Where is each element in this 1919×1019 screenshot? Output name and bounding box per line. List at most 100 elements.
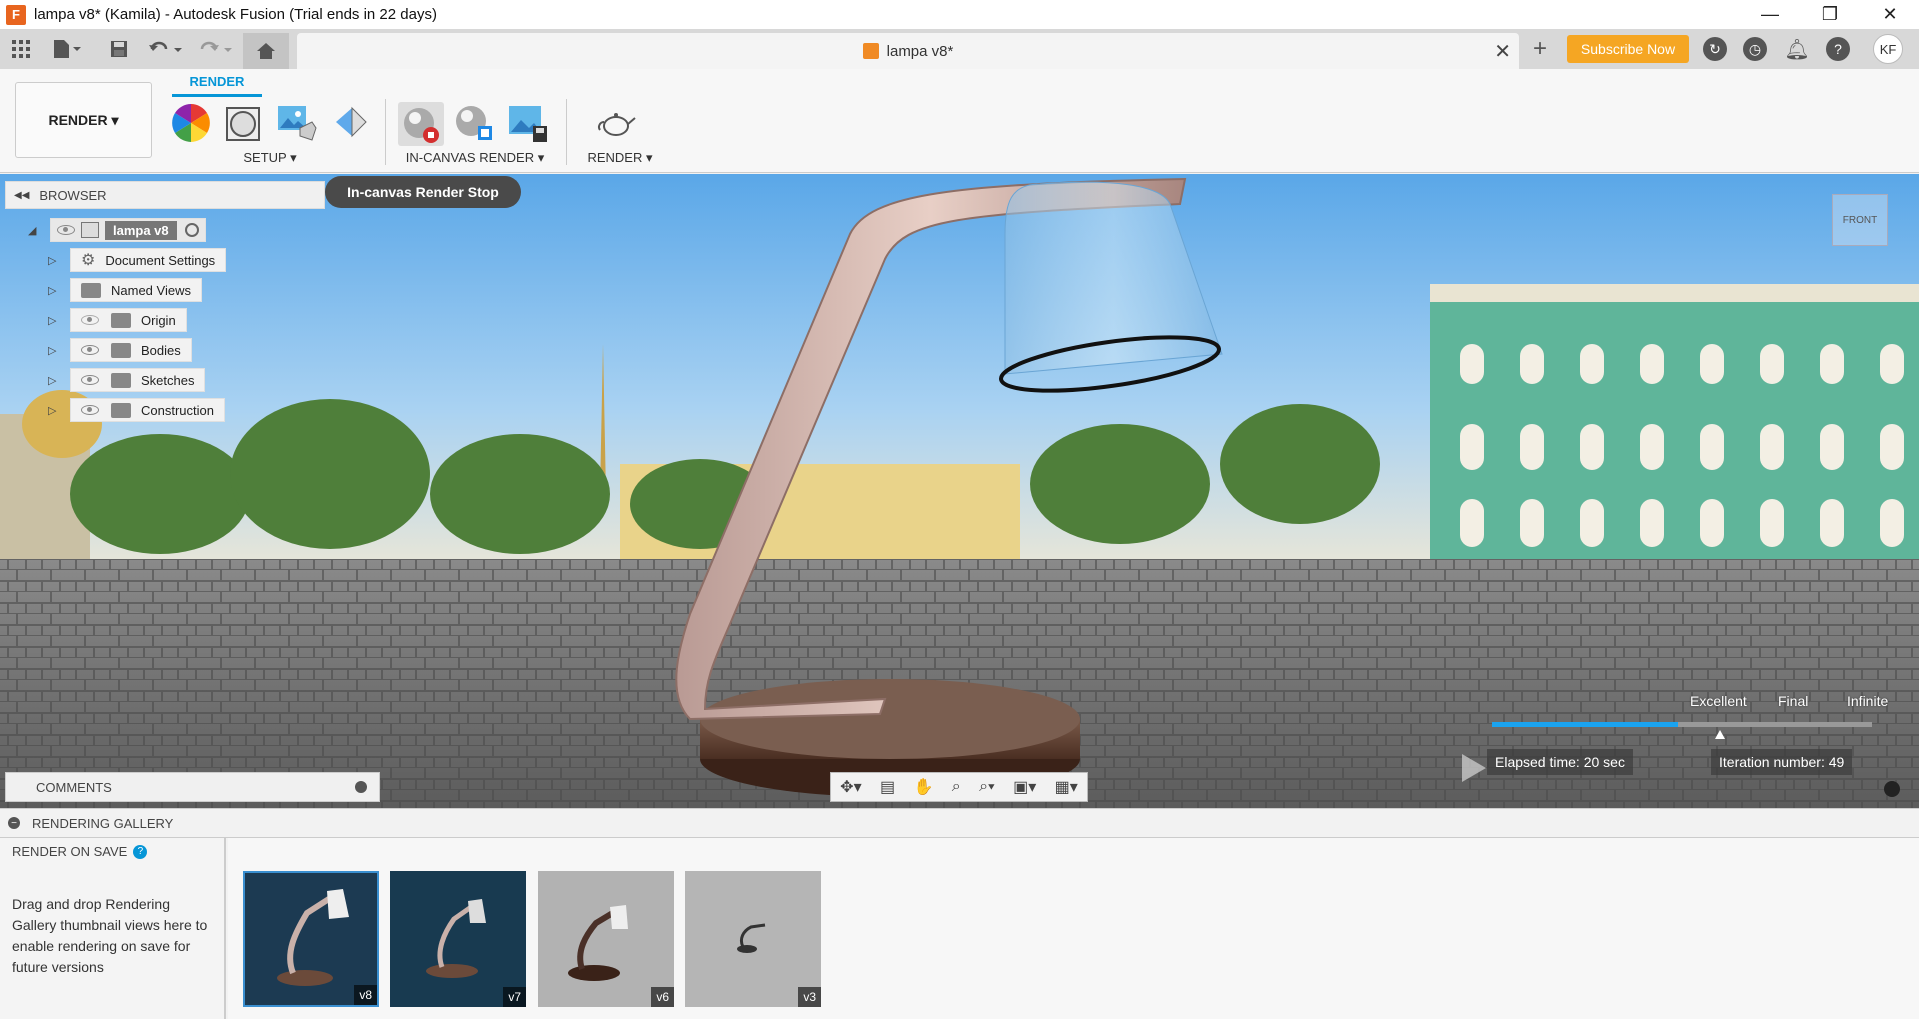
browser-header[interactable]: ◀◀ BROWSER — [5, 181, 325, 209]
visibility-eye-icon[interactable] — [57, 225, 75, 235]
render-progress-track[interactable] — [1492, 722, 1872, 727]
close-window-button[interactable]: ✕ — [1862, 0, 1918, 29]
expand-triangle-icon[interactable]: ▷ — [48, 284, 60, 297]
gallery-thumbnail-v7[interactable]: v7 — [390, 871, 526, 1007]
document-cube-icon — [862, 43, 879, 59]
quality-final-label[interactable]: Final — [1778, 693, 1808, 709]
browser-item-document-settings[interactable]: ▷ ⚙ Document Settings — [48, 247, 227, 273]
quality-excellent-label[interactable]: Excellent — [1690, 693, 1747, 709]
browser-item-sketches[interactable]: ▷ Sketches — [48, 367, 206, 393]
new-tab-button[interactable]: + — [1525, 35, 1555, 62]
tab-render[interactable]: RENDER — [172, 74, 262, 89]
expand-triangle-icon[interactable]: ▷ — [48, 314, 60, 327]
texture-map-controls-icon[interactable] — [332, 102, 374, 144]
restore-button[interactable]: ❐ — [1802, 0, 1858, 29]
user-avatar[interactable]: KF — [1873, 34, 1903, 64]
scene-environment-image-icon[interactable] — [276, 102, 318, 144]
job-status-clock-icon[interactable]: ◷ — [1743, 37, 1767, 61]
zoom-icon[interactable]: ⌕ — [952, 778, 961, 796]
render-play-icon[interactable] — [1462, 754, 1486, 782]
notifications-bell-icon[interactable]: 🔔︎ — [1784, 37, 1809, 61]
thumbnail-label: v6 — [651, 987, 674, 1007]
gear-icon: ⚙ — [81, 252, 96, 269]
in-canvas-render-settings-icon[interactable] — [452, 102, 494, 144]
browser-item-origin[interactable]: ▷ Origin — [48, 307, 187, 333]
toolbar-separator — [566, 99, 567, 165]
orbit-icon[interactable]: ✥▾ — [840, 777, 861, 797]
in-canvas-render-stop-icon[interactable] — [398, 102, 444, 146]
visibility-eye-icon[interactable] — [81, 345, 99, 355]
browser-item-label: Sketches — [141, 372, 195, 388]
iteration-number-label: Iteration number: 49 — [1711, 749, 1853, 775]
document-tab[interactable]: lampa v8* ✕ — [297, 33, 1519, 69]
fit-zoom-window-icon[interactable]: ⌕▾ — [979, 778, 995, 796]
quality-slider-handle[interactable] — [1715, 730, 1725, 739]
gallery-thumbnail-v6[interactable]: v6 — [538, 871, 674, 1007]
gallery-thumbnail-v3[interactable]: v3 — [685, 871, 821, 1007]
activate-radio-icon[interactable] — [184, 223, 199, 237]
browser-item-named-views[interactable]: ▷ Named Views — [48, 277, 202, 303]
render-options-icon[interactable] — [1884, 781, 1900, 797]
undo-icon[interactable] — [146, 36, 186, 62]
folder-icon — [111, 342, 131, 358]
look-at-icon[interactable]: ▤ — [880, 777, 895, 797]
grid-settings-icon[interactable]: ▦▾ — [1055, 777, 1078, 797]
display-settings-icon[interactable]: ▣▾ — [1013, 777, 1036, 797]
save-icon[interactable] — [106, 36, 132, 62]
render-on-save-panel: RENDER ON SAVE ? Drag and drop Rendering… — [0, 838, 226, 1019]
close-tab-icon[interactable]: ✕ — [1494, 39, 1511, 64]
render-progress-fill — [1492, 722, 1679, 727]
setup-group-label[interactable]: SETUP ▾ — [220, 150, 320, 166]
collapse-gallery-icon[interactable]: − — [8, 817, 20, 829]
appearance-sphere-icon[interactable] — [223, 102, 265, 144]
in-canvas-render-group-label[interactable]: IN-CANVAS RENDER ▾ — [395, 150, 555, 166]
collapse-triangle-icon[interactable]: ◢ — [28, 224, 40, 237]
minimize-button[interactable]: — — [1742, 0, 1798, 29]
hidden-eye-icon[interactable] — [81, 315, 99, 325]
render-on-save-label: RENDER ON SAVE — [12, 844, 128, 859]
folder-icon — [111, 372, 131, 388]
pan-hand-icon[interactable]: ✋ — [913, 777, 933, 797]
browser-item-label: Named Views — [111, 282, 191, 298]
thumbnail-label: v7 — [503, 987, 526, 1007]
file-menu-icon[interactable] — [48, 36, 84, 62]
browser-title: BROWSER — [39, 187, 107, 203]
redo-icon[interactable] — [196, 36, 236, 62]
gallery-thumbnail-v8[interactable]: v8 — [243, 871, 379, 1007]
visibility-eye-icon[interactable] — [81, 405, 99, 415]
browser-root-row[interactable]: ◢ lampa v8 — [28, 217, 206, 243]
root-component-label[interactable]: lampa v8 — [105, 220, 177, 240]
browser-item-bodies[interactable]: ▷ Bodies — [48, 337, 192, 363]
quality-infinite-label[interactable]: Infinite — [1847, 693, 1888, 709]
expand-triangle-icon[interactable]: ▷ — [48, 254, 60, 267]
comments-panel[interactable]: COMMENTS — [5, 772, 380, 802]
thumbnail-label: v3 — [798, 987, 821, 1007]
add-comment-icon[interactable] — [355, 781, 367, 793]
browser-item-label: Bodies — [141, 342, 181, 358]
subscribe-now-button[interactable]: Subscribe Now — [1567, 35, 1689, 63]
expand-triangle-icon[interactable]: ▷ — [48, 404, 60, 417]
workspace-switcher-button[interactable]: RENDER ▾ — [15, 82, 152, 158]
expand-triangle-icon[interactable]: ▷ — [48, 374, 60, 387]
help-icon[interactable]: ? — [133, 844, 148, 859]
expand-triangle-icon[interactable]: ▷ — [48, 344, 60, 357]
render-group-label[interactable]: RENDER ▾ — [575, 150, 665, 166]
visibility-eye-icon[interactable] — [81, 375, 99, 385]
rendering-gallery-header[interactable]: − RENDERING GALLERY — [0, 808, 1919, 838]
rendered-scene — [0, 174, 1919, 808]
thumbnail-label: v8 — [354, 985, 377, 1005]
canvas-viewport[interactable]: FRONT — [0, 174, 1919, 808]
viewcube[interactable]: FRONT — [1832, 194, 1888, 246]
folder-icon — [81, 282, 101, 298]
help-icon[interactable]: ? — [1826, 37, 1850, 61]
collapse-browser-icon[interactable]: ◀◀ — [14, 190, 29, 201]
browser-item-construction[interactable]: ▷ Construction — [48, 397, 225, 423]
scene-settings-color-wheel-icon[interactable] — [170, 102, 212, 144]
home-icon[interactable] — [243, 33, 289, 69]
capture-image-icon[interactable] — [507, 102, 549, 144]
active-tab-underline — [172, 94, 262, 97]
rendering-gallery-title: RENDERING GALLERY — [32, 815, 174, 831]
extensions-icon[interactable]: ↻ — [1703, 37, 1727, 61]
render-teapot-icon[interactable] — [595, 102, 637, 144]
data-panel-grid-icon[interactable] — [8, 36, 34, 62]
